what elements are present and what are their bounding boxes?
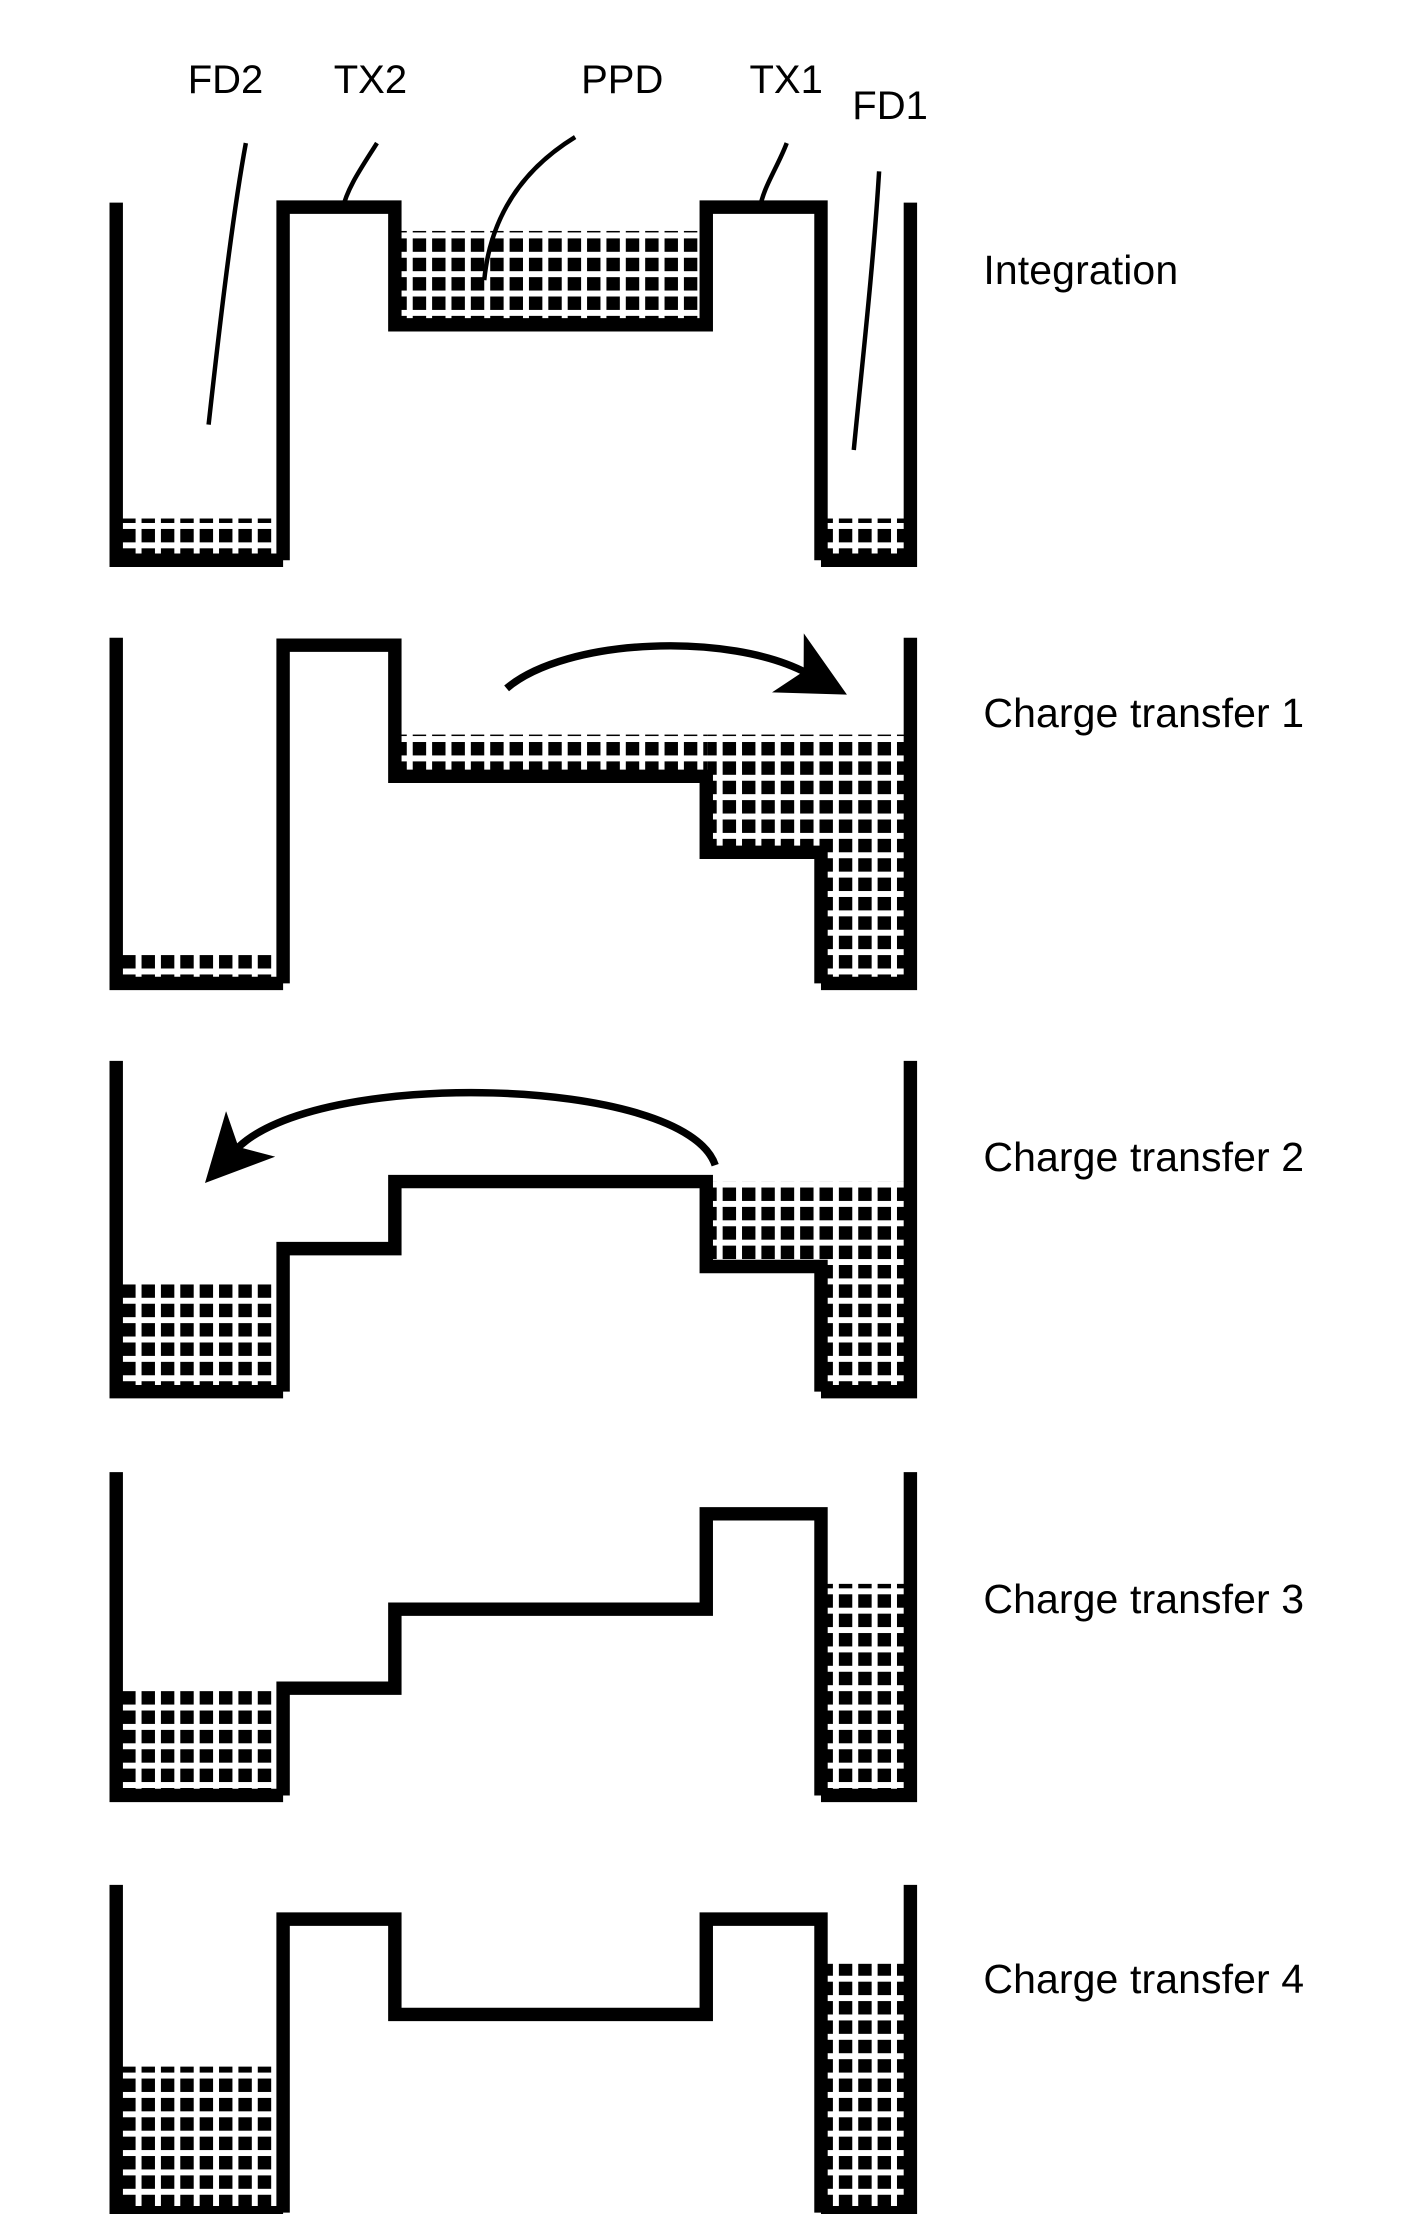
charge-transfer-arrow-right	[504, 633, 847, 695]
fd2-well-outline	[109, 202, 284, 567]
figure-canvas: FD2 TX2 PPD TX1 FD1 Integration Charge t…	[0, 0, 1426, 2214]
callout-label-tx1: TX1	[749, 57, 823, 102]
fill-fd1	[820, 734, 905, 984]
fill-tx1	[707, 1181, 821, 1267]
fd2-leader-line	[206, 142, 249, 425]
panel-integration	[109, 200, 918, 567]
tx2-leader-line	[340, 141, 379, 210]
panel-label-charge-transfer-4: Charge transfer 4	[983, 1956, 1305, 2003]
panel-label-charge-transfer-1: Charge transfer 1	[983, 689, 1305, 736]
fd1-well-outline	[820, 202, 918, 567]
fill-fd2	[122, 1284, 284, 1392]
callout-label-fd2: FD2	[187, 57, 264, 102]
fill-fd1	[826, 1583, 905, 1796]
fill-fd2	[122, 2066, 284, 2213]
fill-ppd	[399, 230, 707, 324]
panel-charge-transfer-1	[109, 633, 918, 991]
fill-fd1	[820, 1181, 905, 1392]
charge-transfer-arrow-left	[204, 1088, 719, 1183]
panel-charge-transfer-4	[109, 1884, 918, 2214]
callout-label-ppd: PPD	[581, 57, 664, 102]
potential-profile	[276, 1507, 828, 1796]
panel-label-charge-transfer-2: Charge transfer 2	[983, 1133, 1305, 1180]
fd1-leader-line	[851, 171, 882, 451]
panel-charge-transfer-2	[109, 1060, 918, 1399]
panel-charge-transfer-3	[109, 1472, 918, 1803]
callout-label-fd1: FD1	[852, 84, 928, 129]
fd2-well-outline	[109, 637, 284, 991]
potential-well-diagram	[109, 135, 918, 2214]
fill-fd1	[826, 1963, 905, 2213]
potential-profile	[276, 1912, 828, 2213]
tx1-leader-line	[757, 142, 789, 209]
panel-label-charge-transfer-3: Charge transfer 3	[983, 1576, 1305, 1623]
panel-label-integration: Integration	[983, 247, 1179, 294]
fill-tx1	[707, 734, 821, 853]
callout-label-tx2: TX2	[333, 57, 408, 102]
fill-fd2	[122, 1688, 284, 1796]
